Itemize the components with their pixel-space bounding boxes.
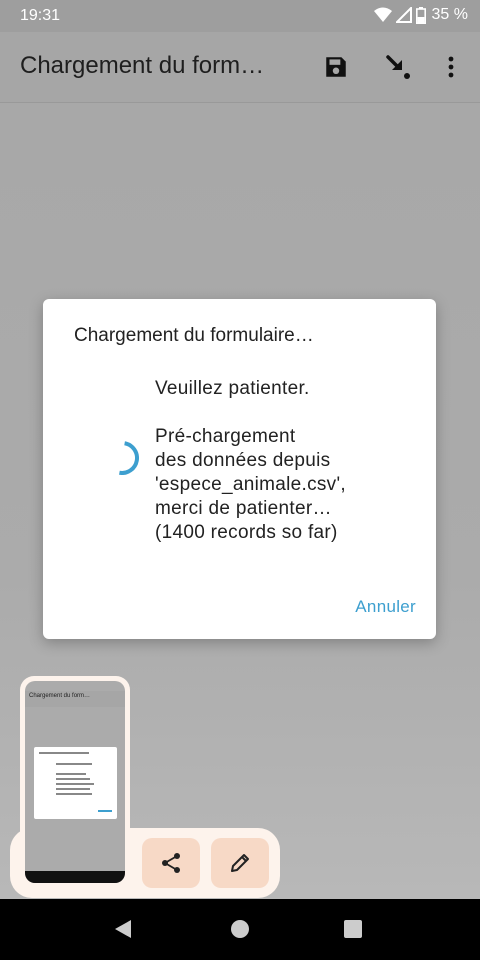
loading-dialog: Chargement du formulaire… Veuillez patie… bbox=[43, 299, 436, 639]
save-button[interactable] bbox=[318, 49, 354, 85]
wifi-icon bbox=[373, 7, 392, 22]
navigation-bar bbox=[0, 899, 480, 960]
thumbnail-text-line bbox=[56, 778, 90, 780]
thumbnail-title: Chargement du form… bbox=[29, 693, 91, 699]
message-wait: Veuillez patienter. bbox=[155, 378, 310, 399]
home-icon[interactable] bbox=[230, 919, 250, 939]
back-icon[interactable] bbox=[113, 919, 133, 939]
screenshot-thumbnail[interactable]: Chargement du form… bbox=[20, 676, 130, 888]
signal-icon bbox=[395, 7, 412, 23]
download-button[interactable] bbox=[380, 49, 416, 85]
page-title: Chargement du form… bbox=[20, 52, 265, 79]
thumbnail-nav-bar bbox=[25, 871, 125, 883]
recents-icon[interactable] bbox=[344, 919, 362, 939]
app-bar: Chargement du form… bbox=[0, 32, 480, 103]
dialog-message: Veuillez patienter. Pré-chargement des d… bbox=[155, 377, 415, 545]
share-icon bbox=[162, 853, 180, 873]
battery-percent: 35 % bbox=[431, 6, 468, 23]
thumbnail-text-line bbox=[56, 788, 90, 790]
status-icons: 35 % bbox=[373, 6, 468, 24]
thumbnail-text-line bbox=[98, 810, 112, 812]
more-vert-icon bbox=[448, 56, 454, 78]
progress-spinner-icon bbox=[119, 441, 139, 475]
thumbnail-text-line bbox=[56, 763, 92, 765]
download-icon bbox=[386, 55, 410, 79]
cancel-button[interactable]: Annuler bbox=[355, 597, 416, 617]
status-time: 19:31 bbox=[20, 7, 61, 24]
battery-icon bbox=[415, 6, 426, 24]
thumbnail-text-line bbox=[56, 773, 86, 775]
thumbnail-text-line bbox=[56, 793, 92, 795]
edit-icon bbox=[231, 854, 249, 872]
message-line: des données depuis bbox=[155, 450, 331, 471]
thumbnail-text-line bbox=[39, 752, 89, 754]
save-icon bbox=[326, 57, 346, 77]
share-button[interactable] bbox=[142, 838, 200, 888]
dialog-title: Chargement du formulaire… bbox=[74, 325, 314, 346]
message-line: (1400 records so far) bbox=[155, 522, 338, 543]
more-options-button[interactable] bbox=[433, 49, 469, 85]
edit-button[interactable] bbox=[211, 838, 269, 888]
thumbnail-image: Chargement du form… bbox=[25, 681, 125, 883]
message-line: 'espece_animale.csv', bbox=[155, 474, 346, 495]
message-line: Pré-chargement bbox=[155, 426, 296, 447]
thumbnail-dialog bbox=[34, 747, 117, 819]
status-bar: 19:31 35 % bbox=[0, 0, 480, 32]
thumbnail-text-line bbox=[56, 783, 94, 785]
thumbnail-app-bar: Chargement du form… bbox=[25, 691, 125, 707]
message-line: merci de patienter… bbox=[155, 498, 332, 519]
